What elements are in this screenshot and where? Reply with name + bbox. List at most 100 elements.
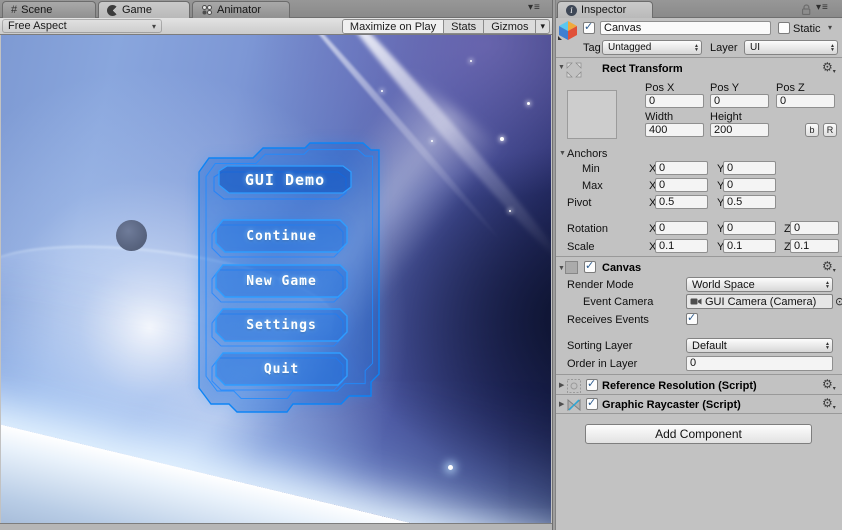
gear-icon[interactable]: ⚙▾ [822,378,836,395]
pos-z-field[interactable]: 0 [776,94,835,108]
tag-label: Tag [583,42,601,54]
layer-label: Layer [710,42,738,54]
order-in-layer-field[interactable]: 0 [686,356,833,371]
game-icon [107,4,118,16]
gizmos-dropdown-icon[interactable]: ▾ [535,20,549,33]
dropdown-arrows-icon: ▲ ▼ [694,42,699,53]
gear-icon[interactable]: ⚙▾ [822,397,836,414]
canvas-component-icon [565,261,578,274]
pivot-y-field[interactable]: 0.5 [723,195,776,209]
static-label: Static [793,23,821,35]
rotation-x-field[interactable]: 0 [655,221,708,235]
lock-icon[interactable] [800,3,812,16]
star [509,210,511,212]
maximize-on-play-button[interactable]: Maximize on Play [342,20,444,33]
pos-y-field[interactable]: 0 [710,94,769,108]
anchors-foldout-icon[interactable]: ▼ [559,150,566,157]
inspector-panel: i Inspector ▾≡ ✓ Canvas Static ▾ Tag Unt… [556,0,842,530]
render-mode-label: Render Mode [567,279,634,291]
pos-x-label: Pos X [645,82,675,94]
gizmos-button[interactable]: Gizmos [483,20,535,33]
pos-x-field[interactable]: 0 [645,94,704,108]
anchors-min-x-field[interactable]: 0 [655,161,708,175]
gear-icon[interactable]: ⚙▾ [822,61,836,78]
anchor-preview-box[interactable] [567,90,617,139]
graphic-raycaster-title: Graphic Raycaster (Script) [602,399,741,411]
gameobject-cube-icon[interactable] [557,19,579,41]
layer-dropdown[interactable]: UI ▲ ▼ [744,40,838,55]
graphic-raycaster-foldout-icon[interactable]: ▶ [559,400,564,408]
gear-icon[interactable]: ⚙▾ [822,260,836,277]
chevron-down-icon: ▾ [151,21,156,31]
static-checkbox[interactable] [778,22,790,34]
active-checkbox[interactable]: ✓ [583,21,595,34]
receives-events-checkbox[interactable]: ✓ [686,312,698,325]
event-camera-object-field[interactable]: GUI Camera (Camera) [686,294,833,309]
anchors-max-x-field[interactable]: 0 [655,178,708,192]
rotation-y-field[interactable]: 0 [723,221,776,235]
rotation-label: Rotation [567,223,608,235]
pivot-x-field[interactable]: 0.5 [655,195,708,209]
height-field[interactable]: 200 [710,123,769,137]
name-field[interactable]: Canvas [600,21,771,35]
static-dropdown-icon[interactable]: ▾ [828,23,832,32]
anchors-max-y-field[interactable]: 0 [723,178,776,192]
aspect-dropdown[interactable]: Free Aspect ▾ [2,19,162,33]
settings-button[interactable]: Settings [216,309,347,341]
pivot-label: Pivot [567,197,592,209]
dropdown-arrows-icon: ▲ ▼ [825,340,830,351]
raw-edit-mode-button[interactable]: R [823,123,837,137]
event-camera-label: Event Camera [583,296,654,308]
rect-transform-foldout-icon[interactable]: ▼ [558,64,565,71]
object-picker-icon[interactable]: ⊙ [835,295,842,308]
reference-resolution-checkbox[interactable]: ✓ [586,378,598,391]
scale-label: Scale [567,241,595,253]
tab-scene[interactable]: # Scene [2,1,96,18]
sorting-layer-dropdown[interactable]: Default ▲ ▼ [686,338,833,353]
receives-events-label: Receives Events [567,314,649,326]
graphic-raycaster-icon [567,398,581,412]
star [500,137,504,141]
reference-resolution-foldout-icon[interactable]: ▶ [559,381,564,389]
new-game-button[interactable]: New Game [216,265,347,297]
tab-animator[interactable]: Animator [192,1,290,18]
left-pane-menu-icon[interactable]: ▾≡ [528,2,541,13]
canvas-foldout-icon[interactable]: ▼ [558,265,565,272]
order-in-layer-label: Order in Layer [567,358,638,370]
tab-inspector[interactable]: i Inspector [557,1,653,18]
rect-transform-title: Rect Transform [602,63,683,75]
dropdown-arrows-icon: ▲ ▼ [825,279,830,290]
anchors-min-y-field[interactable]: 0 [723,161,776,175]
inspector-tabstrip: i Inspector ▾≡ [556,0,842,18]
canvas-enabled-checkbox[interactable]: ✓ [584,260,596,273]
blueprint-mode-button[interactable]: b [805,123,819,137]
add-component-button[interactable]: Add Component [585,424,812,444]
rotation-z-field[interactable]: 0 [790,221,839,235]
star [431,140,433,142]
tag-dropdown[interactable]: Untagged ▲ ▼ [602,40,702,55]
star [470,60,472,62]
tab-animator-label: Animator [217,4,262,16]
pos-z-label: Pos Z [776,82,805,94]
rect-transform-icon [566,62,582,78]
scale-x-field[interactable]: 0.1 [655,239,708,253]
graphic-raycaster-checkbox[interactable]: ✓ [586,397,598,410]
sorting-layer-label: Sorting Layer [567,340,633,352]
continue-button[interactable]: Continue [216,220,347,252]
render-mode-dropdown[interactable]: World Space ▲ ▼ [686,277,833,292]
animator-icon [202,5,212,15]
inspector-menu-icon[interactable]: ▾≡ [816,2,829,13]
tab-game[interactable]: Game [98,1,190,18]
width-field[interactable]: 400 [645,123,704,137]
stats-button[interactable]: Stats [443,20,483,33]
unity-editor-window: # Scene Game Animator ▾≡ Free Aspect ▾ M… [0,0,842,530]
anchors-max-label: Max [582,180,603,192]
tab-game-label: Game [122,4,152,16]
menu-title: GUI Demo [244,170,326,189]
quit-button[interactable]: Quit [216,353,347,385]
game-toolbar-buttons: Maximize on Play Stats Gizmos ▾ [341,19,550,34]
scale-z-field[interactable]: 0.1 [790,239,839,253]
window-bottom-strip [0,523,552,530]
scale-y-field[interactable]: 0.1 [723,239,776,253]
bright-star [448,465,453,470]
